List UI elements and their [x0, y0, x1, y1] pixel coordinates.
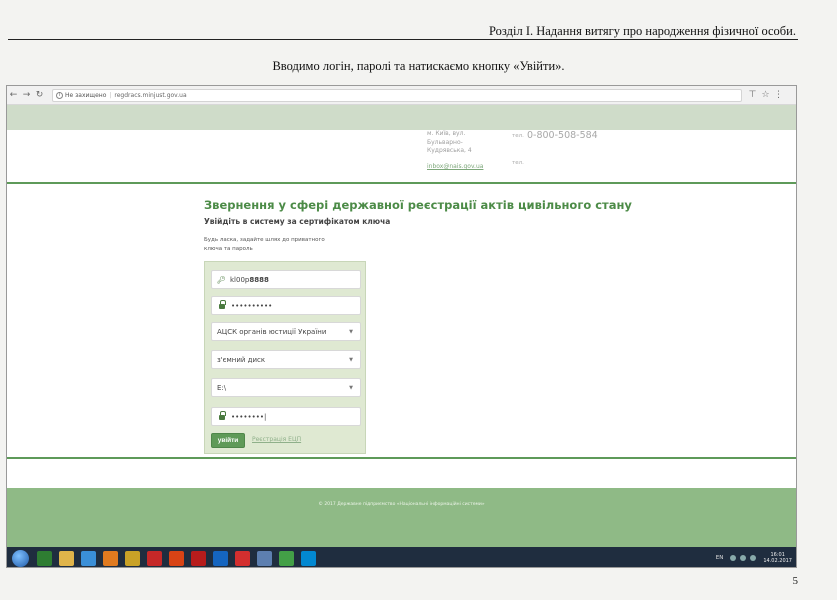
- start-button-icon[interactable]: [12, 549, 29, 567]
- page-number: 5: [792, 575, 799, 587]
- caret-down-icon: ▼: [349, 328, 353, 335]
- login-value-suffix: 8888: [249, 275, 269, 284]
- back-arrow-icon[interactable]: ←: [7, 90, 20, 100]
- key-password-mask: ••••••••|: [231, 412, 267, 421]
- password-mask: ••••••••••: [231, 301, 273, 310]
- clock-date: 14.02.2017: [763, 558, 792, 564]
- page-title: Звернення у сфері державної реєстрації а…: [204, 198, 632, 212]
- excel-icon[interactable]: [36, 550, 52, 566]
- filezilla-icon[interactable]: [190, 550, 206, 566]
- login-panel: 🔑︎ kl00p 8888 •••••••••• АЦСК органів юст…: [204, 261, 366, 454]
- acrobat-icon[interactable]: [146, 550, 162, 566]
- windows-taskbar: EN 16:01 14.02.2017: [7, 547, 796, 567]
- star-icon[interactable]: ☆: [759, 90, 772, 100]
- header-divider: [7, 182, 796, 184]
- media-type-value: з'ємний диск: [217, 355, 266, 364]
- browser-tools: ⊤ ☆ ⋮: [746, 90, 785, 100]
- media-type-select[interactable]: з'ємний диск ▼: [211, 350, 361, 369]
- page-subtitle: Увійдіть в систему за сертифікатом ключа: [204, 217, 391, 226]
- certificate-center-select[interactable]: АЦСК органів юстиції України ▼: [211, 322, 361, 341]
- network-icon[interactable]: [730, 555, 737, 561]
- lock-icon: [219, 411, 226, 420]
- address-separator: |: [109, 91, 112, 99]
- internet-explorer-icon[interactable]: [80, 550, 96, 566]
- content-divider: [7, 457, 796, 459]
- address-bar[interactable]: i Не захищено | regdracs.minjust.gov.ua: [52, 88, 742, 102]
- tel-label: тел.: [512, 133, 524, 139]
- login-hint: Будь ласка, задайте шлях до приватного к…: [204, 237, 325, 252]
- skype-icon[interactable]: [300, 550, 316, 566]
- document-header-text: Розділ I. Надання витягу про народження …: [489, 24, 796, 38]
- document-header: Розділ I. Надання витягу про народження …: [8, 24, 798, 40]
- media-player-icon[interactable]: [102, 550, 118, 566]
- flag-icon[interactable]: [750, 555, 757, 561]
- pin-icon[interactable]: ⊤: [746, 90, 759, 100]
- language-indicator[interactable]: EN: [716, 555, 724, 561]
- caret-down-icon: ▼: [349, 384, 353, 391]
- clock[interactable]: 16:01 14.02.2017: [763, 552, 792, 565]
- browser-toolbar: ← → ↻ i Не захищено | regdracs.minjust.g…: [7, 86, 796, 105]
- taskbar-apps: [33, 550, 319, 566]
- footer-copyright: © 2017 Державне підприємство «Національн…: [318, 502, 485, 507]
- opera-icon[interactable]: [234, 550, 250, 566]
- volume-icon[interactable]: [740, 555, 747, 561]
- photoshop-icon[interactable]: [212, 550, 228, 566]
- certificate-center-value: АЦСК органів юстиції України: [217, 327, 327, 336]
- document-instruction: Вводимо логін, паролі та натискаємо кноп…: [272, 59, 565, 73]
- reload-icon[interactable]: ↻: [33, 90, 46, 100]
- key-icon: 🔑︎: [217, 275, 226, 284]
- menu-dots-icon[interactable]: ⋮: [772, 90, 785, 100]
- site-top-band: [7, 105, 796, 130]
- embedded-screenshot: ← → ↻ i Не захищено | regdracs.minjust.g…: [6, 85, 797, 568]
- site-footer: © 2017 Державне підприємство «Національн…: [7, 488, 796, 547]
- puzzle-icon[interactable]: [124, 550, 140, 566]
- system-tray: EN 16:01 14.02.2017: [716, 552, 796, 565]
- contact-address: м. Київ, вул. Бульварно- Кудрявська, 4: [427, 130, 472, 154]
- drive-path-select[interactable]: E:\ ▼: [211, 378, 361, 397]
- url-text: regdracs.minjust.gov.ua: [114, 91, 187, 99]
- login-value-prefix: kl00p: [230, 275, 250, 284]
- site-contact-header: м. Київ, вул. Бульварно- Кудрявська, 4 т…: [7, 130, 796, 182]
- compass-icon[interactable]: [168, 550, 184, 566]
- forward-arrow-icon[interactable]: →: [20, 90, 33, 100]
- folder-icon[interactable]: [58, 550, 74, 566]
- drive-path-value: E:\: [217, 383, 227, 392]
- register-link[interactable]: Реєстрація ЕЦП: [252, 436, 301, 443]
- login-field[interactable]: 🔑︎ kl00p 8888: [211, 270, 361, 289]
- fax-label: тел.: [512, 160, 524, 166]
- email-link[interactable]: inbox@nais.gov.ua: [427, 163, 483, 170]
- caret-down-icon: ▼: [349, 356, 353, 363]
- password-field[interactable]: ••••••••••: [211, 296, 361, 315]
- security-label: Не захищено: [65, 91, 107, 99]
- window-icon[interactable]: [256, 550, 272, 566]
- login-button[interactable]: увійти: [211, 433, 245, 448]
- key-password-field[interactable]: ••••••••|: [211, 407, 361, 426]
- info-icon[interactable]: i: [56, 91, 63, 99]
- chrome-icon[interactable]: [278, 550, 294, 566]
- lock-icon: [219, 300, 226, 309]
- tel-number: 0-800-508-584: [527, 130, 598, 141]
